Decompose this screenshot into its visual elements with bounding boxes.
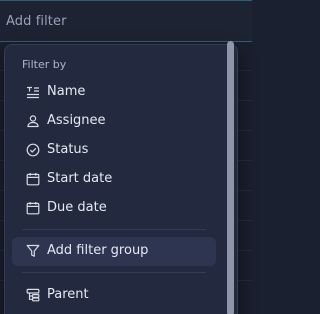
menu-item-status[interactable]: Status [12,136,216,165]
menu-item-label: Name [47,84,86,99]
text-lines-icon [26,85,40,99]
menu-item-label: Start date [47,171,113,186]
menu-item-assignee[interactable]: Assignee [12,107,216,136]
menu-item-label: Due date [47,200,107,215]
check-circle-icon [26,143,40,157]
add-filter-placeholder: Add filter [6,14,67,29]
menu-item-due-date[interactable]: Due date [12,194,216,223]
menu-item-label: Status [47,142,89,157]
add-filter-group-button[interactable]: Add filter group [12,237,216,266]
menu-item-parent[interactable]: Parent [12,281,216,310]
page: Add filter Filter by Name Assignee Statu… [0,0,252,314]
user-icon [26,114,40,128]
menu-item-start-date[interactable]: Start date [12,165,216,194]
hierarchy-icon [26,288,40,302]
funnel-icon [26,244,40,258]
menu-item-label: Assignee [47,113,106,128]
menu-divider [22,229,206,230]
menu-item-name[interactable]: Name [12,78,216,107]
calendar-icon [26,201,40,215]
menu-divider [22,272,206,273]
filter-by-heading: Filter by [22,58,67,71]
scrollbar-thumb[interactable] [227,41,234,314]
add-filter-input[interactable]: Add filter [0,0,252,42]
calendar-icon [26,172,40,186]
menu-item-label: Add filter group [47,243,149,258]
menu-item-label: Parent [47,287,89,302]
